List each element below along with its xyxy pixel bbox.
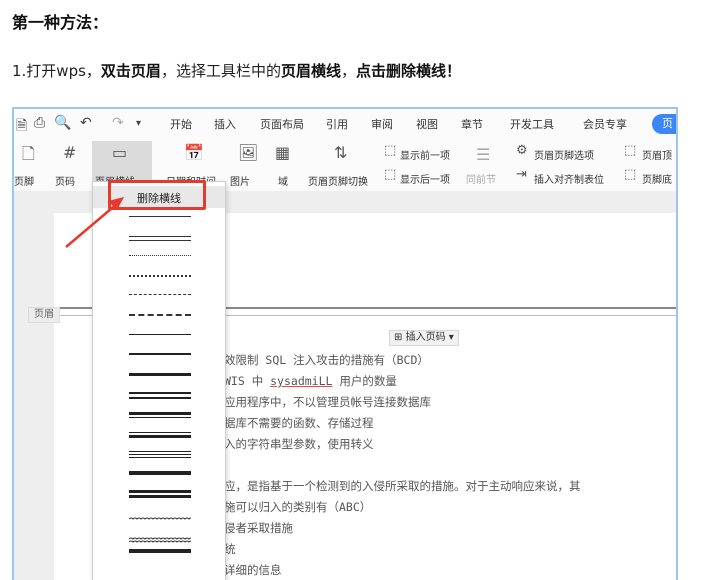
arrow-shaft	[65, 202, 119, 248]
pointer-arrow	[65, 197, 124, 248]
section-heading: 第一种方法：	[12, 13, 109, 32]
wps-screenshot: 🗎 ⎙ 🔍 ↶ ↷ ▾ 开始 插入 页面布局 引用 审阅 视图 章节 开发工具 …	[12, 107, 678, 580]
instruction-text: 1.打开wps，双击页眉，选择工具栏中的页眉横线，点击删除横线！	[12, 62, 461, 80]
